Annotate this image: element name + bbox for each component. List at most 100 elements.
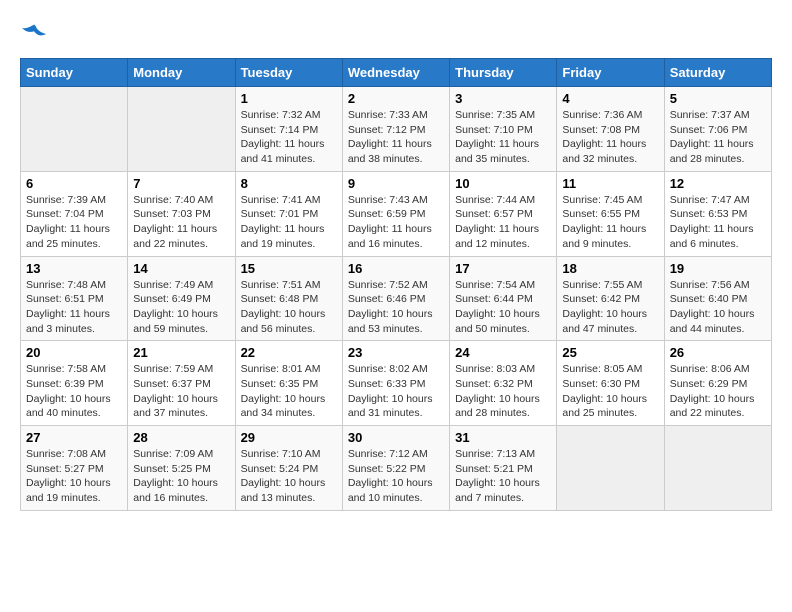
day-detail: Sunrise: 7:39 AMSunset: 7:04 PMDaylight:… <box>26 193 122 252</box>
calendar-cell <box>557 426 664 511</box>
day-detail: Sunrise: 7:49 AMSunset: 6:49 PMDaylight:… <box>133 278 229 337</box>
weekday-header-thursday: Thursday <box>450 59 557 87</box>
calendar-cell: 18Sunrise: 7:55 AMSunset: 6:42 PMDayligh… <box>557 256 664 341</box>
day-detail: Sunrise: 7:33 AMSunset: 7:12 PMDaylight:… <box>348 108 444 167</box>
day-detail: Sunrise: 8:02 AMSunset: 6:33 PMDaylight:… <box>348 362 444 421</box>
day-number: 6 <box>26 176 122 191</box>
calendar-cell: 25 Sunrise: 8:05 AMSunset: 6:30 PMDayligh… <box>557 341 664 426</box>
day-number: 28 <box>133 430 229 445</box>
day-detail: Sunrise: 7:35 AMSunset: 7:10 PMDaylight:… <box>455 108 551 167</box>
calendar-cell: 11Sunrise: 7:45 AMSunset: 6:55 PMDayligh… <box>557 171 664 256</box>
day-number: 13 <box>26 261 122 276</box>
day-number: 9 <box>348 176 444 191</box>
calendar-cell <box>21 87 128 172</box>
day-number: 7 <box>133 176 229 191</box>
day-number: 25 <box>562 345 658 360</box>
calendar-cell: 24Sunrise: 8:03 AMSunset: 6:32 PMDayligh… <box>450 341 557 426</box>
calendar-cell <box>664 426 771 511</box>
day-number: 10 <box>455 176 551 191</box>
calendar-cell: 16Sunrise: 7:52 AMSunset: 6:46 PMDayligh… <box>342 256 449 341</box>
weekday-header-saturday: Saturday <box>664 59 771 87</box>
calendar-cell: 27 Sunrise: 7:08 AMSunset: 5:27 PMDayligh… <box>21 426 128 511</box>
calendar-table: SundayMondayTuesdayWednesdayThursdayFrid… <box>20 58 772 511</box>
calendar-cell: 6 Sunrise: 7:39 AMSunset: 7:04 PMDaylight… <box>21 171 128 256</box>
day-detail: Sunrise: 7:40 AMSunset: 7:03 PMDaylight:… <box>133 193 229 252</box>
day-number: 12 <box>670 176 766 191</box>
day-number: 2 <box>348 91 444 106</box>
calendar-cell: 13Sunrise: 7:48 AMSunset: 6:51 PMDayligh… <box>21 256 128 341</box>
day-number: 3 <box>455 91 551 106</box>
calendar-cell: 5 Sunrise: 7:37 AMSunset: 7:06 PMDaylight… <box>664 87 771 172</box>
day-number: 8 <box>241 176 337 191</box>
calendar-week-row: 20 Sunrise: 7:58 AMSunset: 6:39 PMDayligh… <box>21 341 772 426</box>
calendar-week-row: 13Sunrise: 7:48 AMSunset: 6:51 PMDayligh… <box>21 256 772 341</box>
weekday-header-friday: Friday <box>557 59 664 87</box>
calendar-cell: 28Sunrise: 7:09 AMSunset: 5:25 PMDayligh… <box>128 426 235 511</box>
day-number: 14 <box>133 261 229 276</box>
day-number: 15 <box>241 261 337 276</box>
day-number: 19 <box>670 261 766 276</box>
day-number: 17 <box>455 261 551 276</box>
calendar-cell <box>128 87 235 172</box>
logo <box>20 20 52 48</box>
calendar-cell: 23 Sunrise: 8:02 AMSunset: 6:33 PMDayligh… <box>342 341 449 426</box>
weekday-header-tuesday: Tuesday <box>235 59 342 87</box>
calendar-cell: 1Sunrise: 7:32 AMSunset: 7:14 PMDaylight… <box>235 87 342 172</box>
day-detail: Sunrise: 7:54 AMSunset: 6:44 PMDaylight:… <box>455 278 551 337</box>
day-detail: Sunrise: 7:44 AMSunset: 6:57 PMDaylight:… <box>455 193 551 252</box>
day-detail: Sunrise: 7:36 AMSunset: 7:08 PMDaylight:… <box>562 108 658 167</box>
day-detail: Sunrise: 8:03 AMSunset: 6:32 PMDaylight:… <box>455 362 551 421</box>
weekday-header-sunday: Sunday <box>21 59 128 87</box>
calendar-cell: 19 Sunrise: 7:56 AMSunset: 6:40 PMDayligh… <box>664 256 771 341</box>
day-detail: Sunrise: 7:47 AMSunset: 6:53 PMDaylight:… <box>670 193 766 252</box>
day-detail: Sunrise: 7:58 AMSunset: 6:39 PMDaylight:… <box>26 362 122 421</box>
day-detail: Sunrise: 7:41 AMSunset: 7:01 PMDaylight:… <box>241 193 337 252</box>
day-detail: Sunrise: 7:52 AMSunset: 6:46 PMDaylight:… <box>348 278 444 337</box>
weekday-header-monday: Monday <box>128 59 235 87</box>
day-number: 20 <box>26 345 122 360</box>
calendar-cell: 20 Sunrise: 7:58 AMSunset: 6:39 PMDayligh… <box>21 341 128 426</box>
day-number: 30 <box>348 430 444 445</box>
day-detail: Sunrise: 7:43 AMSunset: 6:59 PMDaylight:… <box>348 193 444 252</box>
day-number: 22 <box>241 345 337 360</box>
calendar-cell: 29 Sunrise: 7:10 AMSunset: 5:24 PMDayligh… <box>235 426 342 511</box>
day-number: 26 <box>670 345 766 360</box>
day-detail: Sunrise: 7:10 AMSunset: 5:24 PMDaylight:… <box>241 447 337 506</box>
day-number: 23 <box>348 345 444 360</box>
calendar-cell: 31Sunrise: 7:13 AMSunset: 5:21 PMDayligh… <box>450 426 557 511</box>
day-number: 21 <box>133 345 229 360</box>
day-detail: Sunrise: 7:08 AMSunset: 5:27 PMDaylight:… <box>26 447 122 506</box>
weekday-row: SundayMondayTuesdayWednesdayThursdayFrid… <box>21 59 772 87</box>
calendar-header: SundayMondayTuesdayWednesdayThursdayFrid… <box>21 59 772 87</box>
day-detail: Sunrise: 7:56 AMSunset: 6:40 PMDaylight:… <box>670 278 766 337</box>
day-detail: Sunrise: 8:06 AMSunset: 6:29 PMDaylight:… <box>670 362 766 421</box>
day-number: 31 <box>455 430 551 445</box>
logo-bird-icon <box>20 20 48 48</box>
day-detail: Sunrise: 8:05 AMSunset: 6:30 PMDaylight:… <box>562 362 658 421</box>
calendar-cell: 3 Sunrise: 7:35 AMSunset: 7:10 PMDaylight… <box>450 87 557 172</box>
calendar-cell: 26 Sunrise: 8:06 AMSunset: 6:29 PMDayligh… <box>664 341 771 426</box>
calendar-cell: 4 Sunrise: 7:36 AMSunset: 7:08 PMDaylight… <box>557 87 664 172</box>
day-detail: Sunrise: 7:37 AMSunset: 7:06 PMDaylight:… <box>670 108 766 167</box>
day-number: 4 <box>562 91 658 106</box>
weekday-header-wednesday: Wednesday <box>342 59 449 87</box>
day-detail: Sunrise: 7:55 AMSunset: 6:42 PMDaylight:… <box>562 278 658 337</box>
calendar-cell: 7 Sunrise: 7:40 AMSunset: 7:03 PMDaylight… <box>128 171 235 256</box>
day-number: 29 <box>241 430 337 445</box>
day-number: 27 <box>26 430 122 445</box>
calendar-week-row: 1Sunrise: 7:32 AMSunset: 7:14 PMDaylight… <box>21 87 772 172</box>
day-detail: Sunrise: 8:01 AMSunset: 6:35 PMDaylight:… <box>241 362 337 421</box>
calendar-week-row: 27 Sunrise: 7:08 AMSunset: 5:27 PMDayligh… <box>21 426 772 511</box>
calendar-cell: 17 Sunrise: 7:54 AMSunset: 6:44 PMDayligh… <box>450 256 557 341</box>
day-detail: Sunrise: 7:51 AMSunset: 6:48 PMDaylight:… <box>241 278 337 337</box>
calendar-cell: 22 Sunrise: 8:01 AMSunset: 6:35 PMDayligh… <box>235 341 342 426</box>
calendar-body: 1Sunrise: 7:32 AMSunset: 7:14 PMDaylight… <box>21 87 772 511</box>
page-header <box>20 20 772 48</box>
calendar-cell: 30Sunrise: 7:12 AMSunset: 5:22 PMDayligh… <box>342 426 449 511</box>
calendar-cell: 15 Sunrise: 7:51 AMSunset: 6:48 PMDayligh… <box>235 256 342 341</box>
calendar-cell: 10 Sunrise: 7:44 AMSunset: 6:57 PMDayligh… <box>450 171 557 256</box>
day-number: 11 <box>562 176 658 191</box>
calendar-cell: 21Sunrise: 7:59 AMSunset: 6:37 PMDayligh… <box>128 341 235 426</box>
calendar-cell: 12 Sunrise: 7:47 AMSunset: 6:53 PMDayligh… <box>664 171 771 256</box>
day-number: 5 <box>670 91 766 106</box>
